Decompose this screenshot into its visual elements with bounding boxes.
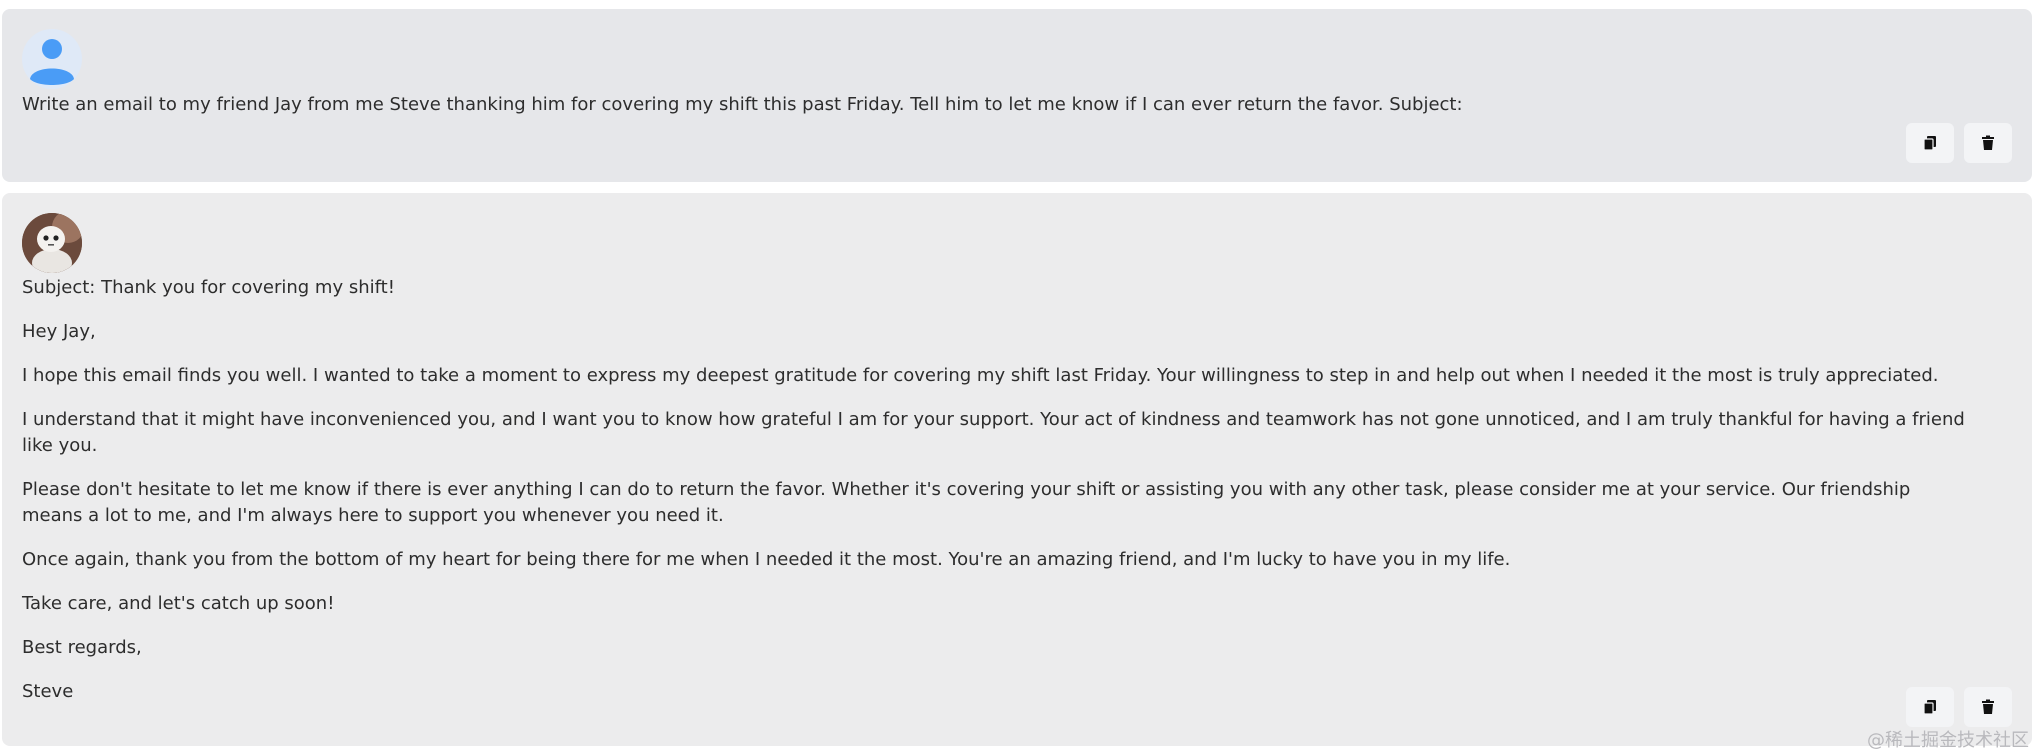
delete-button[interactable] (1964, 123, 2012, 163)
user-avatar (22, 29, 82, 89)
watermark-text: @稀土掘金技术社区 (1867, 730, 2029, 751)
user-message-paragraph: Write an email to my friend Jay from me … (22, 94, 1463, 115)
copy-button[interactable] (1906, 123, 1954, 163)
email-paragraph: I hope this email finds you well. I want… (22, 365, 1939, 386)
user-message-actions (1906, 123, 2012, 163)
user-message-text: Write an email to my friend Jay from me … (22, 92, 1972, 136)
copy-icon (1923, 136, 1936, 151)
email-paragraph: Once again, thank you from the bottom of… (22, 549, 1511, 570)
robot-avatar (22, 213, 82, 273)
email-signoff: Best regards, (22, 637, 142, 658)
user-icon (30, 39, 74, 85)
email-closing-line: Take care, and let's catch up soon! (22, 593, 335, 614)
email-greeting: Hey Jay, (22, 321, 96, 342)
assistant-message-card: Subject: Thank you for covering my shift… (2, 193, 2032, 746)
delete-button[interactable] (1964, 687, 2012, 727)
trash-icon (1982, 699, 1994, 714)
user-message-card: Write an email to my friend Jay from me … (2, 9, 2032, 182)
email-subject: Subject: Thank you for covering my shift… (22, 277, 395, 298)
copy-button[interactable] (1906, 687, 1954, 727)
assistant-message-text: Subject: Thank you for covering my shift… (22, 275, 1972, 723)
email-paragraph: I understand that it might have inconven… (22, 409, 1965, 456)
copy-icon (1923, 700, 1936, 715)
trash-icon (1982, 135, 1994, 150)
assistant-avatar (22, 213, 82, 273)
assistant-message-actions (1906, 687, 2012, 727)
email-paragraph: Please don't hesitate to let me know if … (22, 479, 1911, 526)
email-signature: Steve (22, 681, 74, 702)
